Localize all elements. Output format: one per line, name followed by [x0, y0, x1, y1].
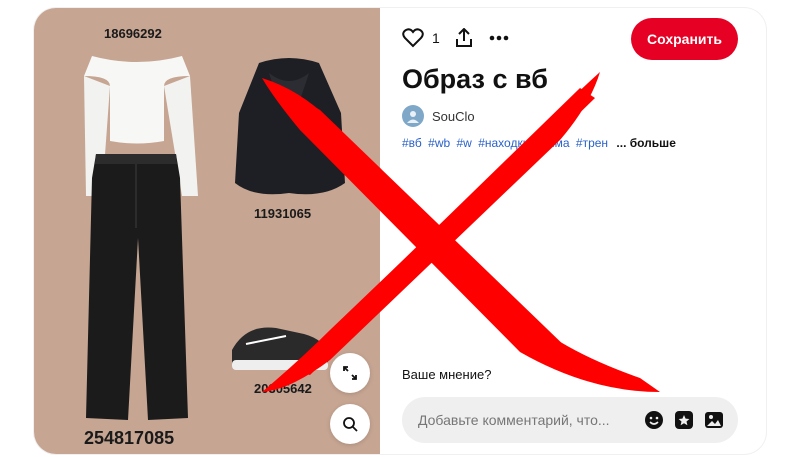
share-icon[interactable]: [454, 28, 474, 48]
jeans-product-code: 254817085: [84, 428, 175, 448]
comment-input[interactable]: [418, 412, 636, 428]
avatar[interactable]: [402, 105, 424, 127]
black-jeans-illustration: [86, 154, 188, 420]
hashtag[interactable]: #вб: [402, 136, 422, 150]
pin-title: Образ с вб: [402, 64, 548, 94]
photo-button[interactable]: [702, 408, 726, 432]
jacket-product-code: 11931065: [254, 206, 312, 221]
emoji-button[interactable]: [642, 408, 666, 432]
sticker-button[interactable]: [672, 408, 696, 432]
top-product-code: 18696292: [104, 26, 162, 41]
more-options-icon[interactable]: [488, 28, 510, 48]
save-button[interactable]: Сохранить: [631, 18, 738, 60]
sticker-icon: [675, 411, 693, 429]
pin-image[interactable]: 18696292 11931065 20305642 254817085: [34, 8, 380, 454]
expand-icon: [343, 366, 357, 380]
heart-icon[interactable]: [402, 28, 424, 48]
pin-card: 18696292 11931065 20305642 254817085 1 С…: [34, 8, 766, 454]
visual-search-button[interactable]: [330, 404, 370, 444]
comments-prompt: Ваше мнение?: [402, 367, 492, 382]
black-jacket-illustration: [235, 58, 345, 195]
author-row[interactable]: SouClo: [402, 105, 475, 127]
pin-toolbar: 1: [402, 26, 510, 50]
user-icon: [407, 111, 419, 123]
comment-box: [402, 397, 738, 443]
hashtag[interactable]: #находки: [478, 136, 529, 150]
shoes-product-code: 20305642: [254, 381, 312, 396]
pin-details-panel: 1 Сохранить Образ с вб SouClo #вб #wb #w…: [380, 8, 766, 454]
hashtag[interactable]: #w: [457, 136, 472, 150]
visual-search-icon: [343, 417, 358, 432]
emoji-icon: [645, 411, 663, 429]
hashtag[interactable]: #зима: [536, 136, 570, 150]
author-name[interactable]: SouClo: [432, 109, 475, 124]
sneakers-illustration: [232, 327, 328, 370]
show-more-link[interactable]: ... больше: [616, 136, 675, 150]
hashtag-list: #вб #wb #w #находки #зима #трен ... боль…: [402, 136, 676, 150]
hashtag[interactable]: #трен: [576, 136, 608, 150]
like-count: 1: [432, 30, 440, 46]
hashtag[interactable]: #wb: [428, 136, 450, 150]
image-icon: [705, 412, 723, 428]
expand-button[interactable]: [330, 353, 370, 393]
